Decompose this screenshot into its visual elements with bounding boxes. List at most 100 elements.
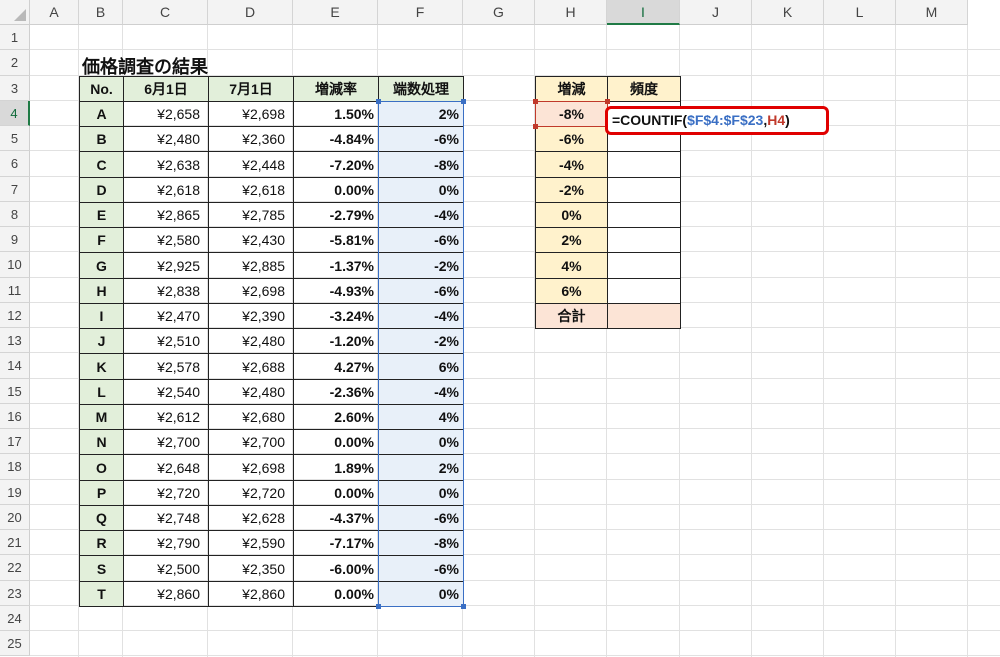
product-id-cell[interactable]: E — [79, 202, 124, 228]
price-july-cell[interactable]: ¥2,785 — [208, 202, 294, 228]
active-cell-formula-i4[interactable]: =COUNTIF($F$4:$F$23,H4) — [612, 112, 790, 128]
change-rate-cell[interactable]: -7.17% — [293, 530, 379, 556]
price-july-cell[interactable]: ¥2,698 — [208, 101, 294, 127]
table-header-cell[interactable]: 端数処理 — [378, 76, 464, 102]
price-june-cell[interactable]: ¥2,648 — [123, 454, 209, 481]
column-header-h[interactable]: H — [535, 0, 607, 25]
freq-count-cell[interactable] — [607, 177, 681, 203]
table-header-cell[interactable]: 6月1日 — [123, 76, 209, 102]
product-id-cell[interactable]: M — [79, 404, 124, 430]
column-header-e[interactable]: E — [293, 0, 378, 25]
price-june-cell[interactable]: ¥2,540 — [123, 379, 209, 405]
row-header-3[interactable]: 3 — [0, 76, 30, 101]
price-july-cell[interactable]: ¥2,618 — [208, 177, 294, 203]
price-july-cell[interactable]: ¥2,390 — [208, 303, 294, 329]
change-rate-cell[interactable]: -6.00% — [293, 555, 379, 582]
column-header-a[interactable]: A — [30, 0, 79, 25]
table-header-cell[interactable]: 増減率 — [293, 76, 379, 102]
product-id-cell[interactable]: T — [79, 581, 124, 607]
freq-bin-cell[interactable]: 4% — [535, 252, 608, 279]
row-header-16[interactable]: 16 — [0, 404, 30, 429]
change-rate-cell[interactable]: -1.20% — [293, 328, 379, 354]
row-header-7[interactable]: 7 — [0, 177, 30, 202]
row-header-2[interactable]: 2 — [0, 50, 30, 76]
change-rate-cell[interactable]: -2.79% — [293, 202, 379, 228]
price-july-cell[interactable]: ¥2,448 — [208, 151, 294, 178]
price-june-cell[interactable]: ¥2,578 — [123, 353, 209, 380]
row-header-18[interactable]: 18 — [0, 454, 30, 480]
column-header-d[interactable]: D — [208, 0, 293, 25]
price-june-cell[interactable]: ¥2,748 — [123, 505, 209, 531]
freq-count-cell[interactable] — [607, 227, 681, 253]
product-id-cell[interactable]: L — [79, 379, 124, 405]
product-id-cell[interactable]: R — [79, 530, 124, 556]
price-july-cell[interactable]: ¥2,698 — [208, 278, 294, 304]
change-rate-cell[interactable]: -2.36% — [293, 379, 379, 405]
reference-handle[interactable] — [376, 99, 381, 104]
row-header-23[interactable]: 23 — [0, 581, 30, 606]
column-header-m[interactable]: M — [896, 0, 968, 25]
freq-bin-cell[interactable]: -2% — [535, 177, 608, 203]
price-july-cell[interactable]: ¥2,360 — [208, 126, 294, 152]
product-id-cell[interactable]: S — [79, 555, 124, 582]
column-header-b[interactable]: B — [79, 0, 123, 25]
price-july-cell[interactable]: ¥2,688 — [208, 353, 294, 380]
row-header-10[interactable]: 10 — [0, 252, 30, 278]
change-rate-cell[interactable]: 0.00% — [293, 581, 379, 607]
price-june-cell[interactable]: ¥2,720 — [123, 480, 209, 506]
product-id-cell[interactable]: J — [79, 328, 124, 354]
price-july-cell[interactable]: ¥2,720 — [208, 480, 294, 506]
freq-bin-cell[interactable]: -4% — [535, 151, 608, 178]
price-june-cell[interactable]: ¥2,658 — [123, 101, 209, 127]
row-header-1[interactable]: 1 — [0, 25, 30, 50]
row-header-4[interactable]: 4 — [0, 101, 30, 126]
row-header-6[interactable]: 6 — [0, 151, 30, 177]
row-header-25[interactable]: 25 — [0, 631, 30, 656]
price-june-cell[interactable]: ¥2,480 — [123, 126, 209, 152]
price-june-cell[interactable]: ¥2,838 — [123, 278, 209, 304]
product-id-cell[interactable]: C — [79, 151, 124, 178]
product-id-cell[interactable]: Q — [79, 505, 124, 531]
freq-bin-cell[interactable]: -6% — [535, 126, 608, 152]
price-june-cell[interactable]: ¥2,470 — [123, 303, 209, 329]
price-july-cell[interactable]: ¥2,628 — [208, 505, 294, 531]
price-june-cell[interactable]: ¥2,700 — [123, 429, 209, 455]
product-id-cell[interactable]: F — [79, 227, 124, 253]
change-rate-cell[interactable]: 1.50% — [293, 101, 379, 127]
column-header-g[interactable]: G — [463, 0, 535, 25]
change-rate-cell[interactable]: 1.89% — [293, 454, 379, 481]
row-header-5[interactable]: 5 — [0, 126, 30, 151]
table-header-cell[interactable]: 7月1日 — [208, 76, 294, 102]
freq-count-cell[interactable] — [607, 202, 681, 228]
price-june-cell[interactable]: ¥2,510 — [123, 328, 209, 354]
price-july-cell[interactable]: ¥2,885 — [208, 252, 294, 279]
change-rate-cell[interactable]: -4.37% — [293, 505, 379, 531]
change-rate-cell[interactable]: 4.27% — [293, 353, 379, 380]
freq-total-label[interactable]: 合計 — [535, 303, 608, 329]
freq-bin-cell[interactable]: 2% — [535, 227, 608, 253]
change-rate-cell[interactable]: -7.20% — [293, 151, 379, 178]
product-id-cell[interactable]: P — [79, 480, 124, 506]
table-header-cell[interactable]: No. — [79, 76, 124, 102]
column-header-j[interactable]: J — [680, 0, 752, 25]
row-header-24[interactable]: 24 — [0, 606, 30, 631]
row-header-9[interactable]: 9 — [0, 227, 30, 252]
row-header-11[interactable]: 11 — [0, 278, 30, 303]
change-rate-cell[interactable]: -3.24% — [293, 303, 379, 329]
reference-handle[interactable] — [533, 99, 538, 104]
price-june-cell[interactable]: ¥2,865 — [123, 202, 209, 228]
row-header-19[interactable]: 19 — [0, 480, 30, 505]
freq-total-cell[interactable] — [607, 303, 681, 329]
reference-handle[interactable] — [461, 99, 466, 104]
select-all-corner[interactable] — [0, 0, 30, 25]
product-id-cell[interactable]: A — [79, 101, 124, 127]
freq-header-frequency[interactable]: 頻度 — [607, 76, 681, 102]
row-header-17[interactable]: 17 — [0, 429, 30, 454]
product-id-cell[interactable]: B — [79, 126, 124, 152]
price-july-cell[interactable]: ¥2,430 — [208, 227, 294, 253]
change-rate-cell[interactable]: 0.00% — [293, 177, 379, 203]
price-june-cell[interactable]: ¥2,860 — [123, 581, 209, 607]
reference-handle[interactable] — [461, 604, 466, 609]
row-header-22[interactable]: 22 — [0, 555, 30, 581]
product-id-cell[interactable]: H — [79, 278, 124, 304]
